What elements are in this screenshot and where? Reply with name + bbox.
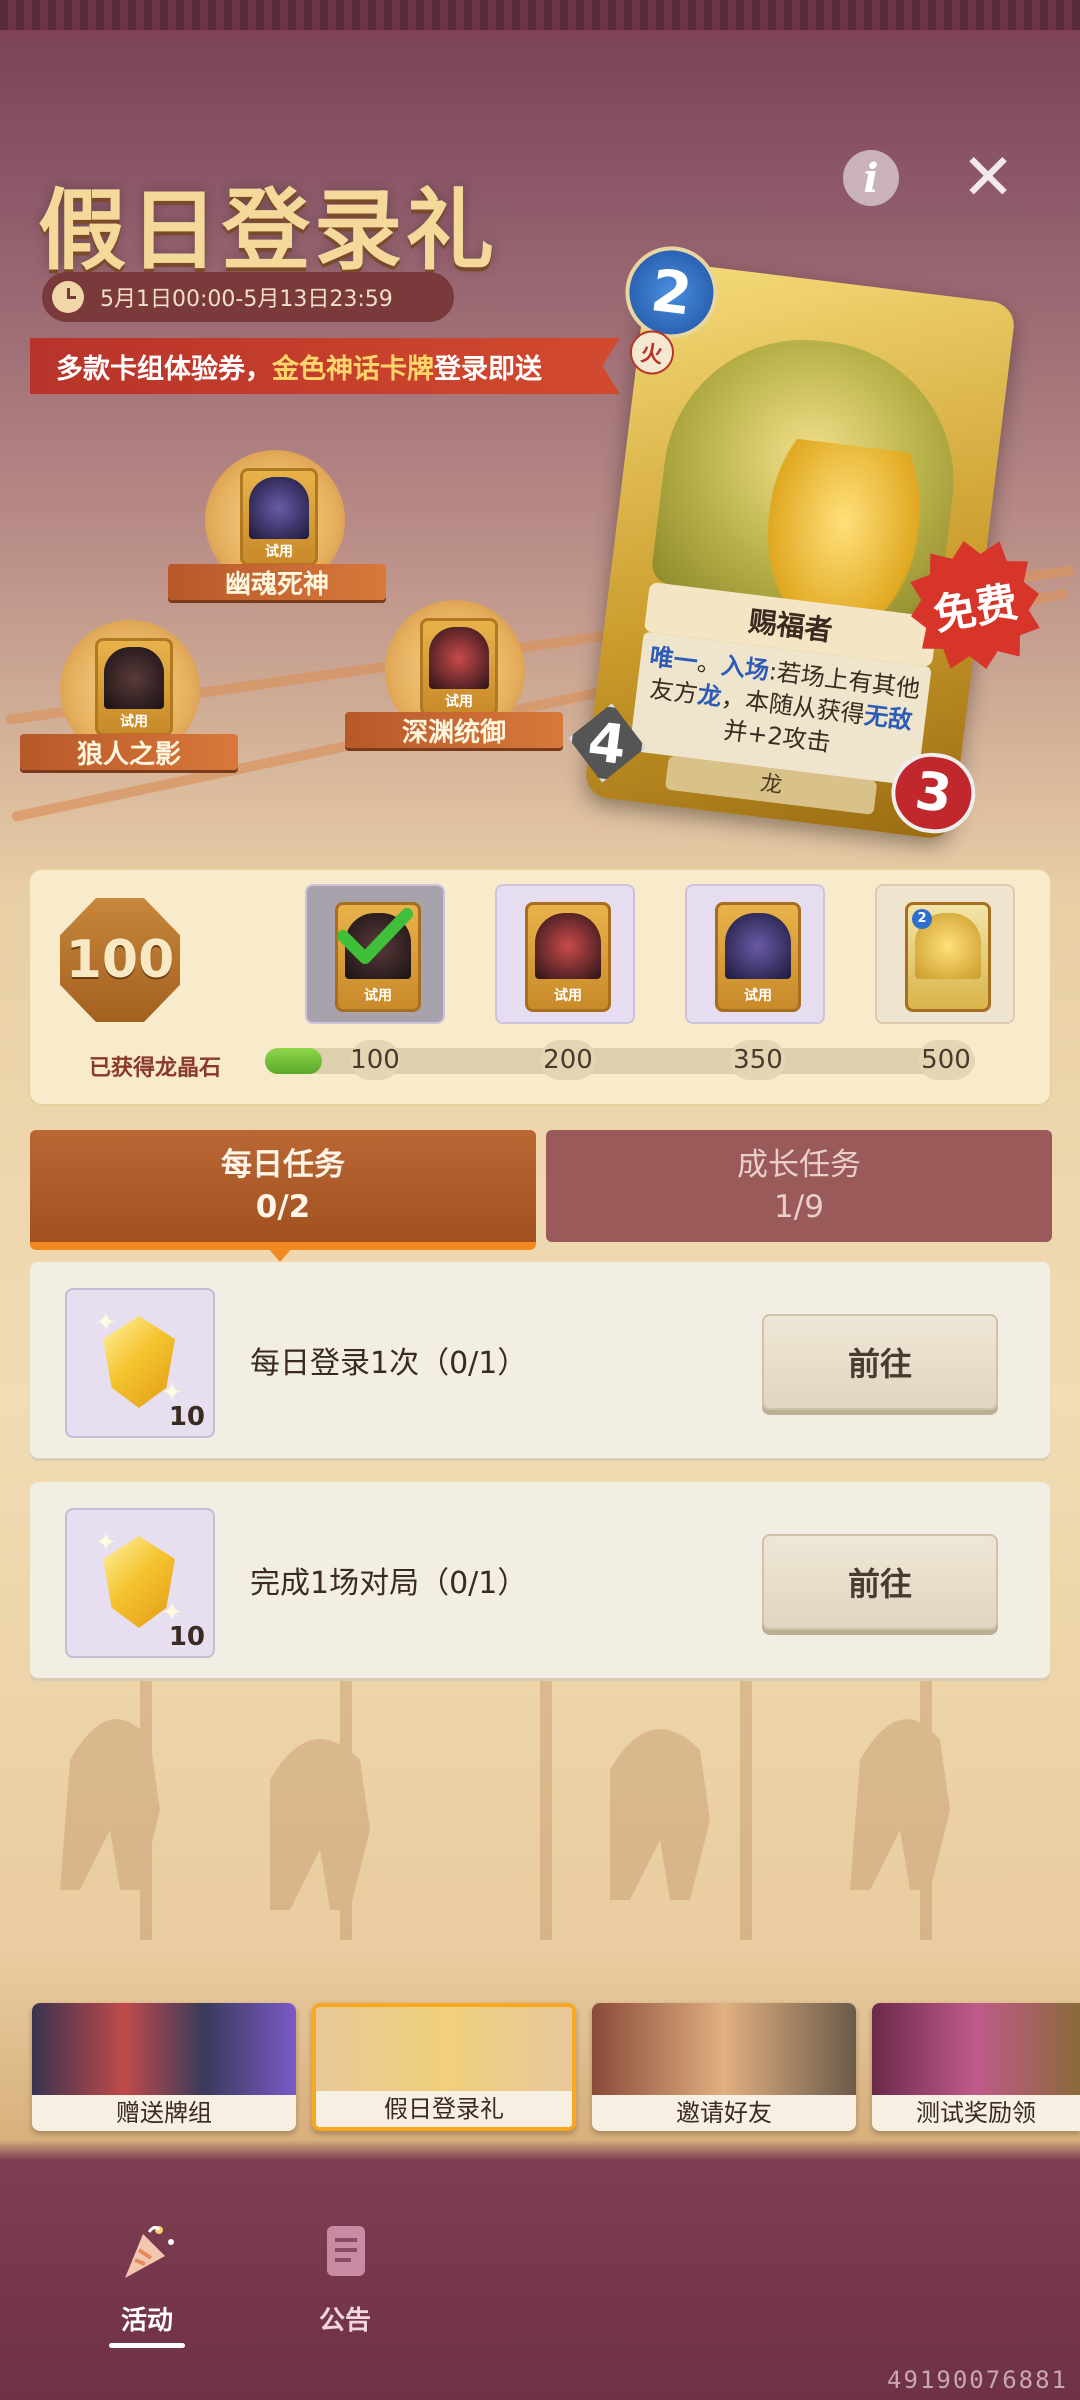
event-label: 赠送牌组 [32, 2095, 296, 2131]
task-description: 每日登录1次（0/1） [250, 1346, 528, 1381]
milestone-reward-500[interactable]: 2 [875, 884, 1015, 1024]
reward-amount: 10 [168, 1402, 205, 1432]
milestone-reward-350[interactable]: 试用 [685, 884, 825, 1024]
event-date-range: 5月1日00:00-5月13日23:59 [42, 272, 454, 322]
document-icon [327, 2226, 365, 2276]
crystal-label: 已获得龙晶石 [88, 1056, 221, 1081]
banner-suffix: 登录即送 [434, 353, 542, 385]
banner-prefix: 多款卡组体验券， [56, 353, 272, 385]
party-popper-icon [125, 2225, 174, 2278]
event-thumbnail [872, 2003, 1080, 2095]
nav-label: 活动 [120, 2306, 173, 2336]
event-test-rewards[interactable]: 测试奖励领 [872, 2003, 1080, 2131]
tab-count: 0/2 [255, 1189, 311, 1225]
event-gift-deck[interactable]: 赠送牌组 [32, 2003, 296, 2131]
progress-fill [265, 1048, 322, 1074]
close-icon[interactable]: ✕ [960, 141, 1016, 215]
deck-card: 试用 [420, 618, 498, 716]
serial-number: 49190076881 [887, 2366, 1068, 2394]
featured-card[interactable]: 赐福者 唯一。入场:若场上有其他友方龙，本随从获得无敌 并+2攻击 龙 2 火 4… [583, 241, 1017, 841]
trial-tag: 试用 [744, 988, 772, 1004]
trial-tag: 试用 [120, 714, 148, 730]
go-button[interactable]: 前往 [762, 1534, 998, 1630]
deck-label-ghost-reaper: 幽魂死神 [168, 564, 386, 600]
keyword-dragon: 龙 [695, 680, 724, 712]
tab-daily-tasks[interactable]: 每日任务 0/2 [30, 1130, 536, 1250]
reward-card: 试用 [525, 902, 611, 1012]
trial-tag: 试用 [554, 988, 582, 1004]
milestone-tick-200: 200 [540, 1040, 596, 1080]
task-row: ✦ ✦ 10 每日登录1次（0/1） 前往 [30, 1262, 1050, 1458]
event-thumbnail [592, 2003, 856, 2095]
nav-item-activities[interactable]: 活动 [92, 2220, 202, 2348]
deck-card: 试用 [240, 468, 318, 566]
tab-label: 每日任务 [221, 1147, 345, 1183]
deck-card: 试用 [95, 638, 173, 736]
task-row: ✦ ✦ 10 完成1场对局（0/1） 前往 [30, 1482, 1050, 1678]
keyword-enter: 入场 [719, 651, 771, 686]
tab-growth-tasks[interactable]: 成长任务 1/9 [546, 1130, 1052, 1242]
event-label: 假日登录礼 [316, 2091, 572, 2127]
top-decor-strip [0, 0, 1080, 30]
info-icon[interactable]: i [843, 150, 899, 206]
event-label: 邀请好友 [592, 2095, 856, 2131]
deck-label-abyss-dominion: 深渊统御 [345, 712, 563, 748]
trial-tag: 试用 [364, 988, 392, 1004]
mini-card-cost: 2 [912, 909, 932, 929]
keyword-invincible: 无敌 [862, 701, 914, 735]
tab-label: 成长任务 [737, 1147, 861, 1183]
reward-art [725, 913, 791, 979]
active-tab-pointer [268, 1248, 292, 1262]
task-description: 完成1场对局（0/1） [250, 1566, 528, 1601]
reward-card: 试用 [715, 902, 801, 1012]
event-holiday-login[interactable]: 假日登录礼 [312, 2003, 576, 2131]
milestone-reward-100[interactable]: 试用 [305, 884, 445, 1024]
trial-tag: 试用 [265, 544, 293, 560]
deck-label-werewolf-shadow: 狼人之影 [20, 734, 238, 770]
banner-highlight: 金色神话卡牌 [272, 353, 434, 385]
reward-card-mythic: 2 [905, 902, 991, 1012]
task-reward: ✦ ✦ 10 [65, 1508, 215, 1658]
crystal-count: 100 [65, 930, 175, 990]
sparkle-icon: ✦ [95, 1528, 117, 1558]
reward-amount: 10 [168, 1622, 205, 1652]
task-reward: ✦ ✦ 10 [65, 1288, 215, 1438]
clock-icon [52, 281, 84, 313]
keyword-unique: 唯一 [648, 642, 700, 677]
checkmark-icon [337, 908, 413, 964]
deck-art [104, 647, 164, 709]
event-thumbnail [316, 2007, 572, 2099]
page-title: 假日登录礼 [38, 179, 499, 282]
milestone-tick-100: 100 [350, 1040, 400, 1080]
milestone-reward-200[interactable]: 试用 [495, 884, 635, 1024]
milestone-tick-350: 350 [730, 1040, 786, 1080]
nav-active-indicator [109, 2343, 185, 2348]
tab-count: 1/9 [774, 1189, 824, 1225]
promo-banner: 多款卡组体验券， 金色神话卡牌 登录即送 [30, 338, 620, 394]
deck-art [429, 627, 489, 689]
event-thumbnail [32, 2003, 296, 2095]
event-label: 测试奖励领 [872, 2095, 1080, 2131]
nav-label: 公告 [318, 2306, 371, 2336]
event-invite-friends[interactable]: 邀请好友 [592, 2003, 856, 2131]
card-text-sep: 。 [695, 648, 724, 680]
sparkle-icon: ✦ [95, 1308, 117, 1338]
reward-art [535, 913, 601, 979]
deck-art [249, 477, 309, 539]
trial-tag: 试用 [445, 694, 473, 710]
milestone-tick-500: 500 [918, 1040, 974, 1080]
nav-item-announcements[interactable]: 公告 [290, 2220, 400, 2337]
go-button[interactable]: 前往 [762, 1314, 998, 1410]
date-range-text: 5月1日00:00-5月13日23:59 [100, 287, 393, 312]
